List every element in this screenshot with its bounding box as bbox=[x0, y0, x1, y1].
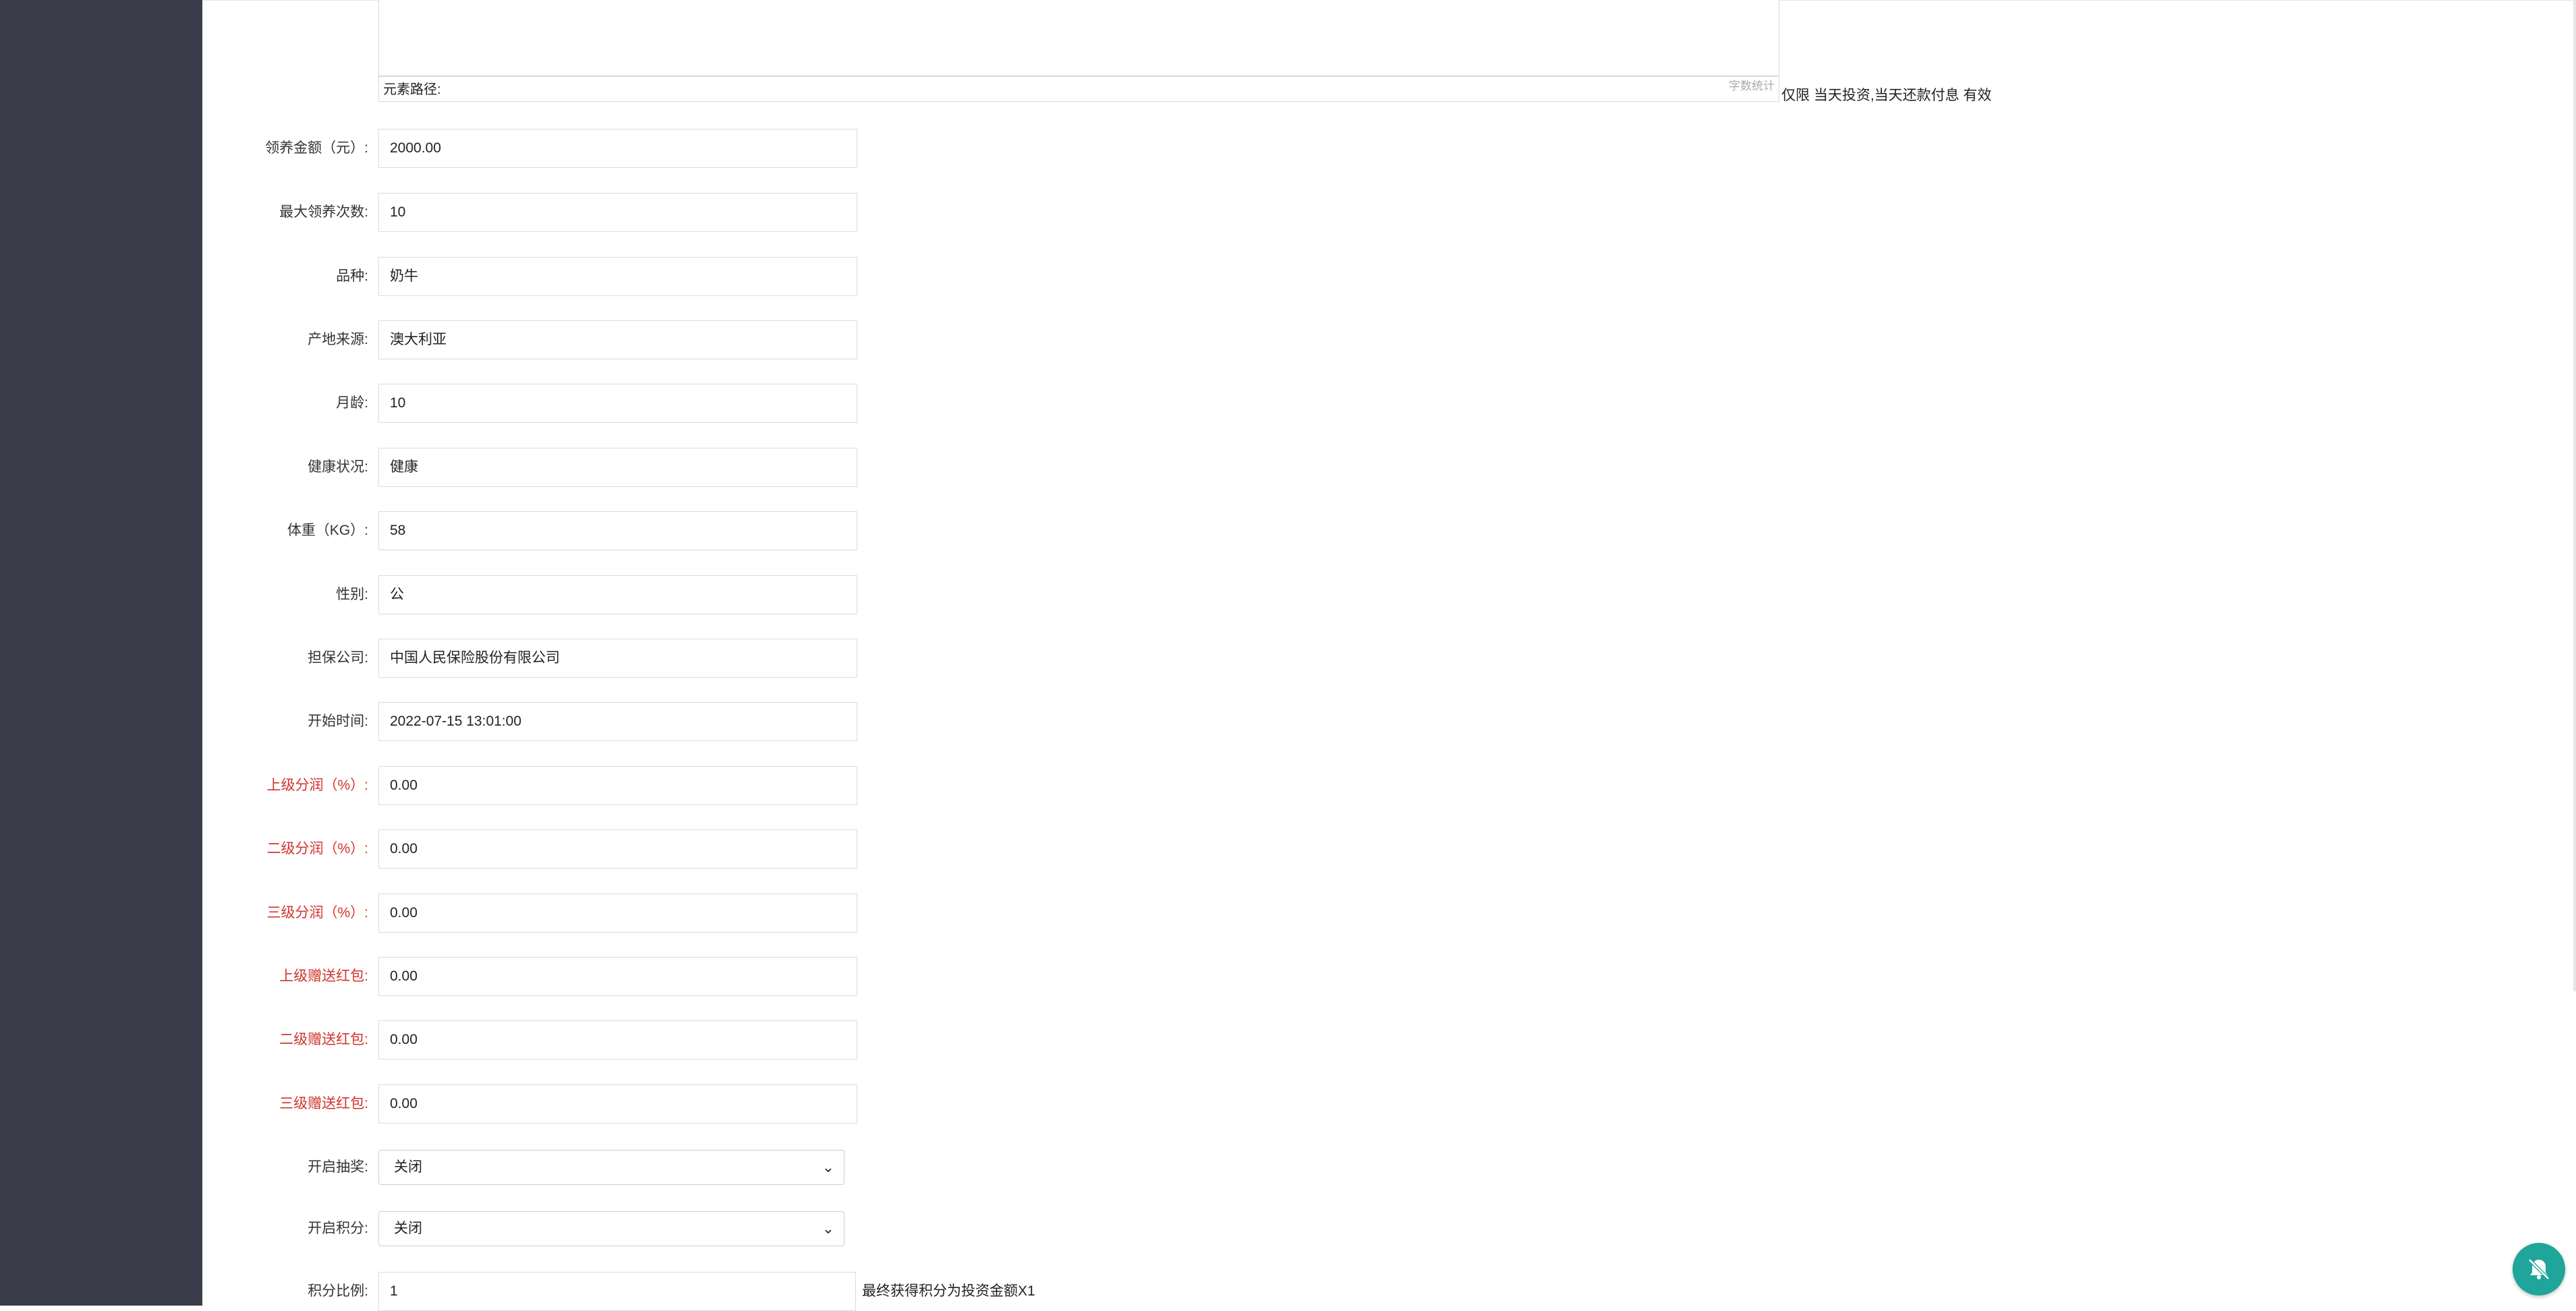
gender-label: 性别: bbox=[336, 587, 368, 602]
floating-action-button[interactable] bbox=[2513, 1243, 2565, 1295]
origin-label: 产地来源: bbox=[308, 332, 368, 347]
form-row-level3-bonus: 三级赠送红包: 0.00 bbox=[202, 1084, 2496, 1124]
form-row-start-time: 开始时间: 2022-07-15 13:01:00 bbox=[202, 702, 2496, 741]
guarantor-label: 担保公司: bbox=[308, 650, 368, 666]
form-row-guarantor: 担保公司: 中国人民保险股份有限公司 bbox=[202, 639, 2496, 678]
level1-share-input[interactable]: 0.00 bbox=[378, 766, 857, 805]
age-label: 月龄: bbox=[336, 395, 368, 411]
form-row-level1-share: 上级分润（%）: 0.00 bbox=[202, 766, 2496, 805]
form-row-age: 月龄: 10 bbox=[202, 384, 2496, 423]
form-row-level1-bonus: 上级赠送红包: 0.00 bbox=[202, 957, 2496, 996]
word-count-label: 字数统计 bbox=[1729, 80, 1775, 92]
level1-bonus-input[interactable]: 0.00 bbox=[378, 957, 857, 996]
element-path-label: 元素路径: bbox=[383, 82, 441, 97]
form-row-weight: 体重（KG）: 58 bbox=[202, 511, 2496, 550]
chevron-down-icon: ⌄ bbox=[822, 1220, 834, 1237]
points-ratio-note: 最终获得积分为投资金额X1 bbox=[862, 1283, 1035, 1299]
form-row-gender: 性别: 公 bbox=[202, 575, 2496, 614]
level2-share-input[interactable]: 0.00 bbox=[378, 829, 857, 869]
gender-input[interactable]: 公 bbox=[378, 575, 857, 614]
editor-hint: 仅限 当天投资,当天还款付息 有效 bbox=[1781, 88, 1992, 103]
level1-bonus-label: 上级赠送红包: bbox=[279, 968, 368, 984]
level3-bonus-label: 三级赠送红包: bbox=[279, 1096, 368, 1111]
no-bell-icon bbox=[2528, 1258, 2550, 1280]
max-times-input[interactable]: 10 bbox=[378, 193, 857, 232]
editor-status-bar: 元素路径: 字数统计 bbox=[378, 76, 1779, 102]
scrollbar[interactable] bbox=[2573, 0, 2576, 991]
amount-label: 领养金额（元）: bbox=[265, 140, 368, 156]
level3-bonus-input[interactable]: 0.00 bbox=[378, 1084, 857, 1124]
points-select[interactable]: 关闭 ⌄ bbox=[378, 1211, 845, 1246]
form-row-max-times: 最大领养次数: 10 bbox=[202, 193, 2496, 232]
start-time-input[interactable]: 2022-07-15 13:01:00 bbox=[378, 702, 857, 741]
health-label: 健康状况: bbox=[308, 459, 368, 475]
form-row-amount: 领养金额（元）: 2000.00 bbox=[202, 129, 2496, 168]
form-row-points-ratio: 积分比例: 1 最终获得积分为投资金额X1 bbox=[202, 1272, 2496, 1311]
form-row-lottery: 开启抽奖: 关闭 ⌄ bbox=[202, 1150, 2496, 1189]
form-row-level3-share: 三级分润（%）: 0.00 bbox=[202, 894, 2496, 933]
breed-input[interactable]: 奶牛 bbox=[378, 257, 857, 296]
chevron-down-icon: ⌄ bbox=[822, 1159, 834, 1175]
guarantor-input[interactable]: 中国人民保险股份有限公司 bbox=[378, 639, 857, 678]
level3-share-label: 三级分润（%）: bbox=[266, 905, 368, 921]
points-label: 开启积分: bbox=[308, 1221, 368, 1236]
points-ratio-label: 积分比例: bbox=[308, 1283, 368, 1299]
start-time-label: 开始时间: bbox=[308, 713, 368, 729]
weight-label: 体重（KG）: bbox=[287, 523, 368, 538]
breed-label: 品种: bbox=[336, 268, 368, 284]
lottery-selected-value: 关闭 bbox=[394, 1159, 422, 1175]
form-row-level2-share: 二级分润（%）: 0.00 bbox=[202, 829, 2496, 869]
rich-text-editor[interactable] bbox=[378, 0, 1779, 76]
form-row-health: 健康状况: 健康 bbox=[202, 448, 2496, 487]
health-input[interactable]: 健康 bbox=[378, 448, 857, 487]
points-selected-value: 关闭 bbox=[394, 1221, 422, 1236]
form-row-origin: 产地来源: 澳大利亚 bbox=[202, 320, 2496, 359]
form-row-breed: 品种: 奶牛 bbox=[202, 257, 2496, 296]
lottery-select[interactable]: 关闭 ⌄ bbox=[378, 1150, 845, 1185]
points-ratio-input[interactable]: 1 bbox=[378, 1272, 856, 1311]
form-row-level2-bonus: 二级赠送红包: 0.00 bbox=[202, 1020, 2496, 1059]
weight-input[interactable]: 58 bbox=[378, 511, 857, 550]
level1-share-label: 上级分润（%）: bbox=[266, 778, 368, 793]
amount-input[interactable]: 2000.00 bbox=[378, 129, 857, 168]
level3-share-input[interactable]: 0.00 bbox=[378, 894, 857, 933]
level2-bonus-input[interactable]: 0.00 bbox=[378, 1020, 857, 1059]
lottery-label: 开启抽奖: bbox=[308, 1159, 368, 1175]
origin-input[interactable]: 澳大利亚 bbox=[378, 320, 857, 359]
sidebar bbox=[0, 0, 202, 1306]
age-input[interactable]: 10 bbox=[378, 384, 857, 423]
max-times-label: 最大领养次数: bbox=[279, 204, 368, 220]
level2-bonus-label: 二级赠送红包: bbox=[279, 1032, 368, 1047]
level2-share-label: 二级分润（%）: bbox=[266, 841, 368, 856]
form-row-points: 开启积分: 关闭 ⌄ bbox=[202, 1211, 2496, 1250]
